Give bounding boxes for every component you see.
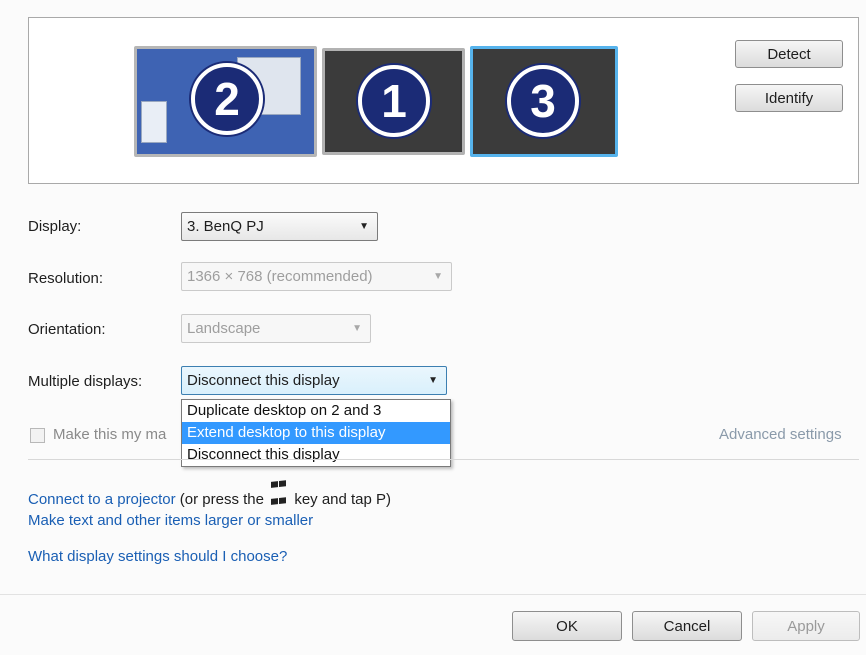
multiple-displays-select-value: Disconnect this display [187, 372, 340, 389]
dropdown-option-disconnect[interactable]: Disconnect this display [182, 444, 450, 466]
chevron-down-icon: ▼ [428, 375, 438, 386]
monitor-number: 2 [191, 63, 263, 135]
multiple-displays-select[interactable]: Disconnect this display ▼ [181, 366, 447, 395]
advanced-settings-link[interactable]: Advanced settings [719, 426, 842, 443]
chevron-down-icon: ▼ [433, 271, 443, 282]
monitor-1[interactable]: 1 [322, 48, 465, 155]
dropdown-option-extend[interactable]: Extend desktop to this display [182, 422, 450, 444]
windows-logo-icon [271, 474, 287, 505]
resolution-select: 1366 × 768 (recommended) ▼ [181, 262, 452, 291]
monitor-3[interactable]: 3 [470, 46, 618, 157]
separator [28, 459, 859, 460]
orientation-select: Landscape ▼ [181, 314, 371, 343]
resolution-select-value: 1366 × 768 (recommended) [187, 268, 373, 285]
monitor-number: 1 [358, 65, 430, 137]
ok-button[interactable]: OK [512, 611, 622, 641]
multiple-displays-dropdown: Duplicate desktop on 2 and 3 Extend desk… [181, 399, 451, 467]
display-select[interactable]: 3. BenQ PJ ▼ [181, 212, 378, 241]
projector-hint-prefix: (or press the [179, 491, 264, 508]
monitor-number: 3 [507, 65, 579, 137]
multiple-displays-label: Multiple displays: [28, 373, 143, 390]
projector-hint-suffix: key and tap P) [294, 491, 392, 508]
identify-button[interactable]: Identify [735, 84, 843, 112]
text-size-link[interactable]: Make text and other items larger or smal… [28, 512, 313, 529]
projector-row: Connect to a projector (or press the key… [28, 475, 391, 508]
display-help-link[interactable]: What display settings should I choose? [28, 548, 287, 565]
orientation-label: Orientation: [28, 321, 106, 338]
footer-divider [0, 594, 866, 595]
window-thumbnail [141, 101, 167, 143]
make-main-display-label: Make this my ma [53, 426, 167, 443]
chevron-down-icon: ▼ [352, 323, 362, 334]
connect-projector-link[interactable]: Connect to a projector [28, 491, 176, 508]
apply-button[interactable]: Apply [752, 611, 860, 641]
resolution-label: Resolution: [28, 270, 104, 287]
cancel-button[interactable]: Cancel [632, 611, 742, 641]
make-main-display-checkbox[interactable] [30, 428, 45, 443]
chevron-down-icon: ▼ [359, 221, 369, 232]
monitor-2[interactable]: 2 [134, 46, 317, 157]
display-arrangement-panel: 2 1 3 Detect Identify [28, 17, 859, 184]
display-label: Display: [28, 218, 82, 235]
orientation-select-value: Landscape [187, 320, 261, 337]
detect-button[interactable]: Detect [735, 40, 843, 68]
dropdown-option-duplicate[interactable]: Duplicate desktop on 2 and 3 [182, 400, 450, 422]
display-select-value: 3. BenQ PJ [187, 218, 264, 235]
